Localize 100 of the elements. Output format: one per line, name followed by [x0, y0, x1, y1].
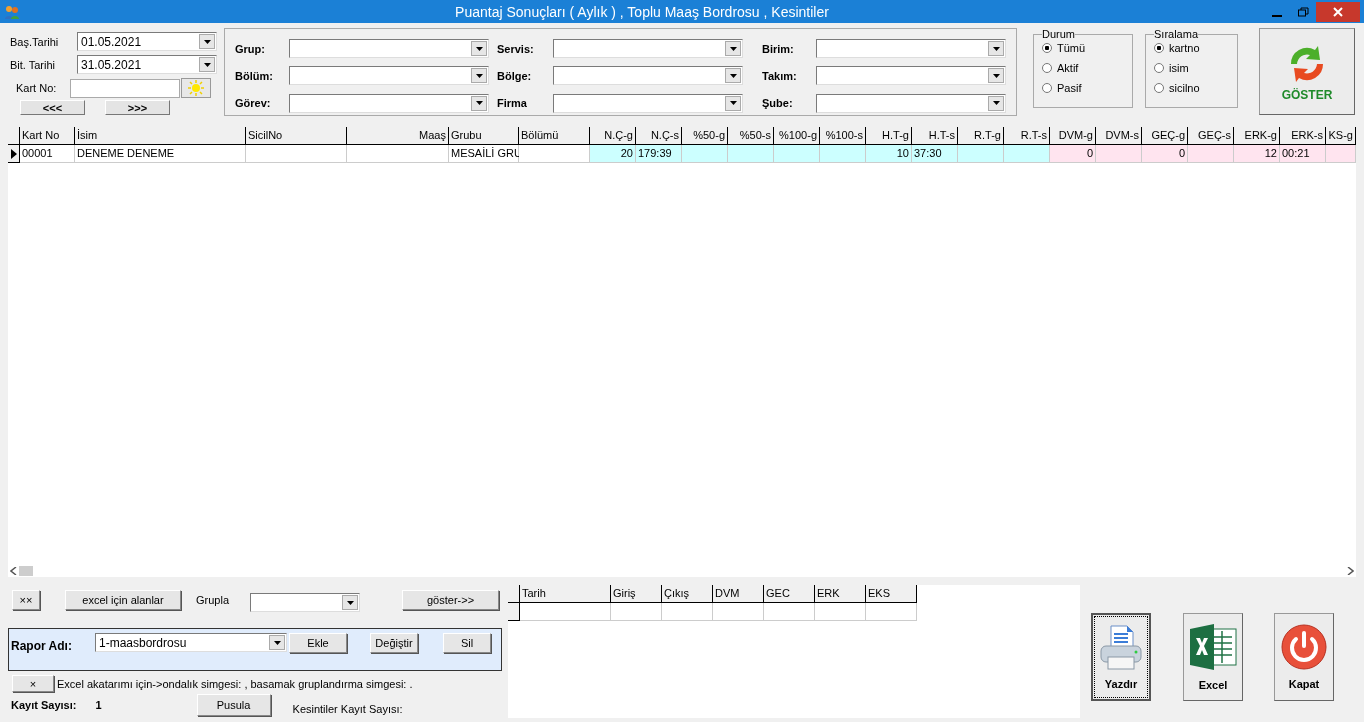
report-button[interactable]: Ekle	[289, 633, 347, 653]
filter-dropdown[interactable]	[816, 93, 1006, 113]
report-button[interactable]: Değiştir	[370, 633, 418, 653]
column-header[interactable]: H.T-g	[866, 127, 912, 145]
filter-label: Servis:	[497, 42, 535, 55]
column-header[interactable]: ERK	[815, 585, 866, 603]
column-header[interactable]: Kart No	[20, 127, 75, 145]
record-count-label: Kayıt Sayısı:	[11, 699, 77, 711]
row-header[interactable]	[8, 145, 20, 163]
small-button[interactable]: ×	[12, 675, 54, 692]
filter-dropdown[interactable]	[289, 39, 489, 59]
column-header[interactable]: %100-g	[774, 127, 820, 145]
radio-button[interactable]	[1154, 83, 1164, 93]
filter-label: Grup:	[235, 42, 266, 55]
column-header[interactable]: N.Ç-s	[636, 127, 682, 145]
radio-label[interactable]: sicilno	[1169, 82, 1200, 94]
date-picker[interactable]: 31.05.2021	[77, 55, 217, 74]
column-header[interactable]: GEC	[764, 585, 815, 603]
close-button[interactable]	[1316, 1, 1360, 22]
show-more-button[interactable]: göster->>	[402, 589, 500, 610]
column-header[interactable]: DVM-g	[1050, 127, 1096, 145]
radio-button[interactable]	[1042, 83, 1052, 93]
report-dropdown[interactable]: 1-maasbordrosu	[95, 633, 287, 652]
column-header[interactable]: SicilNo	[246, 127, 347, 145]
column-header[interactable]: DVM	[713, 585, 764, 603]
table-cell: 0	[1142, 145, 1188, 163]
clear-button[interactable]	[181, 78, 211, 98]
column-header[interactable]: EKS	[866, 585, 917, 603]
column-header[interactable]: R.T-s	[1004, 127, 1050, 145]
column-header[interactable]: ERK-s	[1280, 127, 1326, 145]
column-header[interactable]: Giriş	[611, 585, 662, 603]
filter-dropdown[interactable]	[816, 39, 1006, 59]
radio-button[interactable]	[1042, 63, 1052, 73]
dropdown-arrow-icon	[203, 62, 211, 67]
table-cell	[866, 603, 917, 621]
dropdown-arrow-icon	[729, 74, 737, 78]
column-header[interactable]: Çıkış	[662, 585, 713, 603]
restore-icon	[1297, 6, 1309, 17]
filter-dropdown[interactable]	[816, 66, 1006, 86]
table-cell	[611, 603, 662, 621]
filter-dropdown[interactable]	[553, 93, 743, 113]
dropdown-arrow-icon	[475, 46, 483, 51]
report-button[interactable]: Sil	[443, 633, 491, 653]
dropdown-arrow-icon	[992, 74, 1000, 78]
horizontal-scrollbar[interactable]	[8, 565, 1356, 577]
radio-label[interactable]: kartno	[1169, 42, 1200, 54]
small-button[interactable]: ××	[12, 589, 40, 610]
row-pointer-icon	[10, 148, 17, 159]
group-dropdown[interactable]	[250, 593, 361, 612]
card-no-field[interactable]	[70, 78, 180, 98]
column-header[interactable]: İsim	[75, 127, 246, 145]
radio-button[interactable]	[1154, 43, 1164, 53]
dropdown-arrow-icon	[992, 46, 1000, 51]
filter-dropdown[interactable]	[553, 66, 743, 86]
column-header[interactable]: Tarih	[520, 585, 611, 603]
filter-dropdown[interactable]	[289, 93, 489, 113]
action-button[interactable]: Excel	[1183, 613, 1243, 701]
radio-label[interactable]: Aktif	[1057, 62, 1079, 74]
nav-button[interactable]: >>>	[105, 100, 170, 115]
card-no-label: Kart No:	[15, 82, 58, 94]
table-cell: 00001	[20, 145, 75, 163]
table-cell: 37:30	[912, 145, 958, 163]
radio-label[interactable]: Tümü	[1057, 42, 1086, 54]
table-cell	[662, 603, 713, 621]
column-header[interactable]: GEÇ-g	[1142, 127, 1188, 145]
minimize-icon	[1272, 14, 1282, 17]
column-header[interactable]: DVM-s	[1096, 127, 1142, 145]
action-button[interactable]: Kapat	[1274, 613, 1334, 701]
column-header[interactable]: N.Ç-g	[590, 127, 636, 145]
column-header[interactable]: Maaş	[347, 127, 449, 145]
column-header[interactable]: R.T-g	[958, 127, 1004, 145]
dropdown-arrow-icon	[475, 74, 483, 78]
slip-button[interactable]: Pusula	[196, 694, 271, 716]
column-header[interactable]: ERK-g	[1234, 127, 1280, 145]
filter-label: Firma	[497, 97, 528, 110]
group-label: Grupla	[196, 593, 230, 606]
radio-button[interactable]	[1154, 63, 1164, 73]
column-header[interactable]: %50-s	[728, 127, 774, 145]
scrollbar-thumb[interactable]	[19, 566, 33, 576]
row-header[interactable]	[508, 603, 520, 621]
excel-fields-button[interactable]: excel için alanlar	[65, 589, 181, 610]
column-header[interactable]: GEÇ-s	[1188, 127, 1234, 145]
scroll-left-icon[interactable]	[10, 567, 17, 575]
date-picker[interactable]: 01.05.2021	[77, 32, 217, 51]
power-icon	[1281, 624, 1327, 670]
column-header[interactable]: Bölümü	[519, 127, 590, 145]
column-header[interactable]: %50-g	[682, 127, 728, 145]
scroll-right-icon[interactable]	[1347, 567, 1354, 575]
radio-label[interactable]: isim	[1169, 62, 1189, 74]
radio-label[interactable]: Pasif	[1057, 82, 1082, 94]
column-header[interactable]: %100-s	[820, 127, 866, 145]
radio-button[interactable]	[1042, 43, 1052, 53]
column-header[interactable]: Grubu	[449, 127, 519, 145]
show-button[interactable]: GÖSTER	[1259, 28, 1355, 115]
column-header[interactable]: H.T-s	[912, 127, 958, 145]
column-header[interactable]: KS-g	[1326, 127, 1356, 145]
action-button[interactable]: Yazdır	[1091, 613, 1151, 701]
filter-dropdown[interactable]	[289, 66, 489, 86]
nav-button[interactable]: <<<	[20, 100, 85, 115]
filter-dropdown[interactable]	[553, 39, 743, 59]
